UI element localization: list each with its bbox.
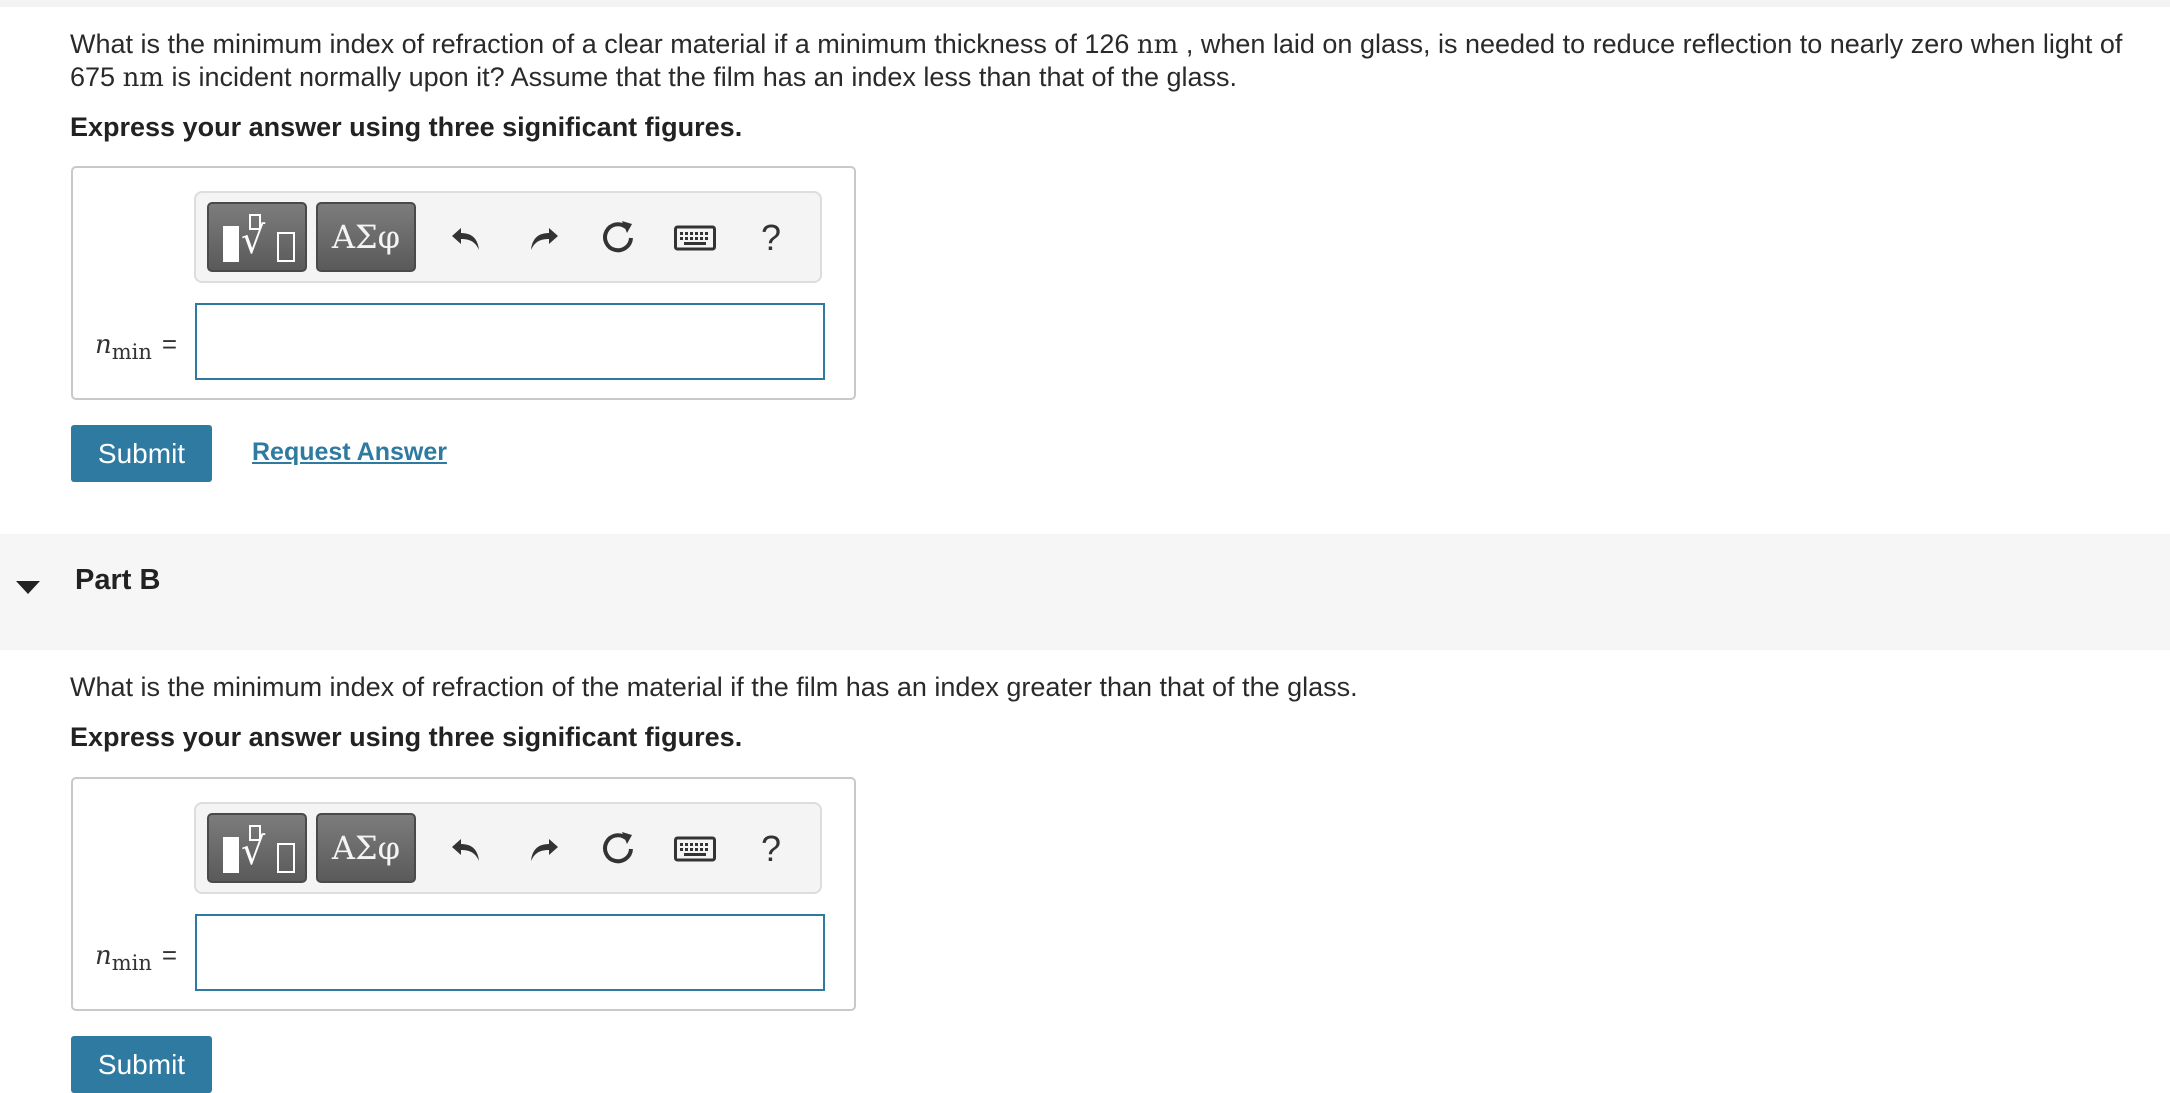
top-strip — [0, 0, 2170, 7]
request-answer-link[interactable]: Request Answer — [252, 438, 447, 467]
templates-icon[interactable]: √ — [207, 813, 307, 883]
math-toolbar: √ ΑΣφ ? — [194, 802, 822, 894]
greek-letters-icon[interactable]: ΑΣφ — [316, 202, 416, 272]
keyboard-icon[interactable] — [670, 213, 720, 263]
greek-letters-icon[interactable]: ΑΣφ — [316, 813, 416, 883]
variable-label: nmin = — [95, 329, 178, 364]
answer-input[interactable] — [195, 914, 825, 991]
part-a-answer-box: √ ΑΣφ ? nmin = — [71, 166, 856, 400]
undo-icon[interactable] — [442, 213, 492, 263]
help-icon[interactable]: ? — [746, 213, 796, 263]
redo-icon[interactable] — [518, 824, 568, 874]
caret-down-icon[interactable] — [16, 581, 40, 594]
undo-icon[interactable] — [442, 824, 492, 874]
templates-icon[interactable]: √ — [207, 202, 307, 272]
part-a-instruction: Express your answer using three signific… — [70, 112, 743, 142]
submit-button[interactable]: Submit — [71, 425, 212, 482]
part-a-question: What is the minimum index of refraction … — [70, 29, 2123, 93]
help-icon[interactable]: ? — [746, 824, 796, 874]
part-b-answer-box: √ ΑΣφ ? nmin = — [71, 777, 856, 1011]
submit-button[interactable]: Submit — [71, 1036, 212, 1093]
variable-label: nmin = — [95, 940, 178, 975]
part-b-title: Part B — [75, 564, 161, 596]
reset-icon[interactable] — [593, 824, 643, 874]
part-b-header[interactable]: Part B — [0, 534, 2170, 650]
redo-icon[interactable] — [518, 213, 568, 263]
math-toolbar: √ ΑΣφ ? — [194, 191, 822, 283]
unit-nm: nm — [1136, 30, 1179, 60]
keyboard-icon[interactable] — [670, 824, 720, 874]
part-b-question: What is the minimum index of refraction … — [70, 672, 1358, 702]
part-b-instruction: Express your answer using three signific… — [70, 722, 743, 752]
answer-input[interactable] — [195, 303, 825, 380]
unit-nm: nm — [122, 63, 164, 93]
reset-icon[interactable] — [593, 213, 643, 263]
